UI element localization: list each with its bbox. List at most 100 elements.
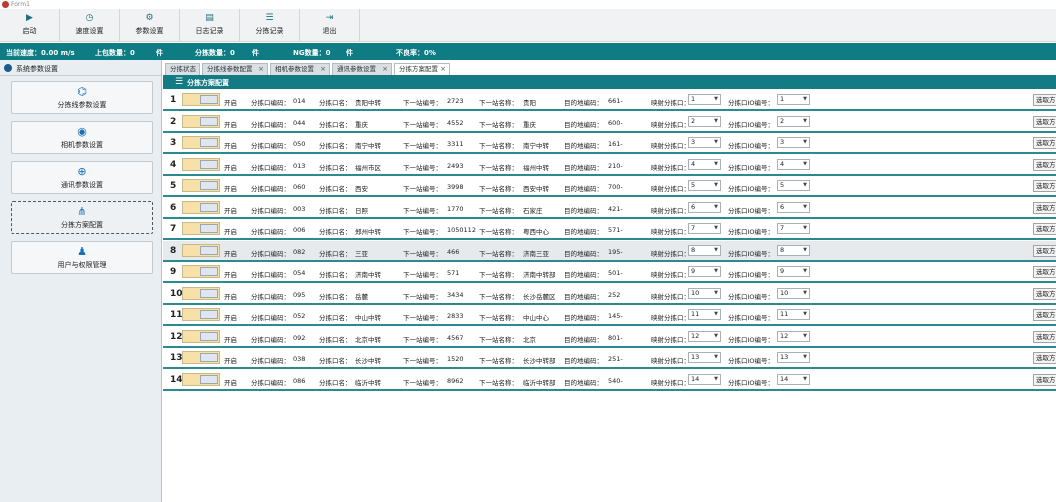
switch-label: 开启 bbox=[224, 142, 237, 150]
map-port-select[interactable]: 2 ▼ bbox=[688, 115, 721, 127]
sorting-port-row: 8 开启 分拣口编码： 082 分拣口名： 三亚 下一站编号： 466 下一站名… bbox=[163, 240, 1056, 262]
close-icon[interactable]: × bbox=[258, 64, 264, 75]
map-port-value: 2 bbox=[691, 116, 696, 125]
port-io-select[interactable]: 9 ▼ bbox=[777, 266, 810, 277]
enable-switch[interactable] bbox=[182, 179, 220, 192]
sidebar-item-label: 相机参数设置 bbox=[61, 141, 103, 149]
map-port-select[interactable]: 12 ▼ bbox=[688, 330, 721, 342]
parameter-settings-button[interactable]: ⚙ 参数设置 bbox=[120, 9, 180, 42]
port-code-value: 095 bbox=[293, 290, 306, 299]
port-io-select[interactable]: 13 ▼ bbox=[777, 352, 810, 363]
port-name-label: 分拣口名： bbox=[319, 163, 352, 172]
next-station-code-value: 1050112 bbox=[447, 226, 476, 234]
enable-switch[interactable] bbox=[182, 265, 220, 278]
speed-settings-button[interactable]: ◷ 速度设置 bbox=[60, 9, 120, 42]
enable-switch[interactable] bbox=[182, 136, 220, 149]
destination-code-value: 700- bbox=[608, 183, 623, 191]
map-port-select[interactable]: 3 ▼ bbox=[688, 137, 721, 148]
start-button[interactable]: ▶ 启动 bbox=[0, 9, 60, 42]
map-port-select[interactable]: 8 ▼ bbox=[688, 244, 721, 256]
next-station-name-label: 下一站名称： bbox=[479, 99, 518, 107]
fetch-button[interactable]: 选取方 bbox=[1033, 287, 1056, 300]
enable-switch[interactable] bbox=[182, 157, 220, 171]
tab-communication-settings[interactable]: 通讯参数设置 × bbox=[332, 63, 392, 75]
enable-switch[interactable] bbox=[182, 93, 220, 106]
fetch-button[interactable]: 选取方 bbox=[1033, 244, 1056, 257]
fetch-button[interactable]: 选取方 bbox=[1033, 223, 1056, 235]
fetch-button[interactable]: 选取方 bbox=[1033, 330, 1056, 343]
map-port-select[interactable]: 10 ▼ bbox=[688, 287, 721, 299]
fetch-button[interactable]: 选取方 bbox=[1033, 94, 1056, 106]
sorting-records-button[interactable]: ☰ 分拣记录 bbox=[240, 9, 300, 42]
fetch-button[interactable]: 选取方 bbox=[1033, 137, 1056, 149]
sidebar-item-camera-params[interactable]: ◉ 相机参数设置 bbox=[11, 121, 153, 154]
fetch-button[interactable]: 选取方 bbox=[1033, 115, 1056, 128]
sidebar-item-communication-params[interactable]: ⊕ 通讯参数设置 bbox=[11, 161, 153, 194]
port-io-select[interactable]: 2 ▼ bbox=[777, 115, 810, 127]
enable-switch[interactable] bbox=[182, 200, 220, 214]
sidebar-item-users-permissions[interactable]: ♟ 用户与权限管理 bbox=[11, 241, 153, 274]
map-port-label: 映射分拣口： bbox=[651, 206, 690, 215]
port-io-select[interactable]: 6 ▼ bbox=[777, 201, 810, 213]
enable-switch[interactable] bbox=[182, 351, 220, 364]
enable-switch[interactable] bbox=[182, 308, 220, 321]
port-io-select[interactable]: 10 ▼ bbox=[777, 287, 810, 299]
map-port-select[interactable]: 14 ▼ bbox=[688, 373, 721, 385]
port-code-label: 分拣口编码： bbox=[251, 142, 290, 150]
fetch-button[interactable]: 选取方 bbox=[1033, 158, 1056, 171]
enable-switch[interactable] bbox=[182, 329, 220, 343]
chevron-down-icon: ▼ bbox=[803, 160, 807, 167]
exit-button[interactable]: ⇥ 退出 bbox=[300, 9, 360, 42]
fetch-button[interactable]: 选取方 bbox=[1033, 309, 1056, 321]
map-port-select[interactable]: 7 ▼ bbox=[688, 223, 721, 234]
close-icon[interactable]: × bbox=[320, 64, 326, 75]
map-port-select[interactable]: 1 ▼ bbox=[688, 94, 721, 105]
enable-switch[interactable] bbox=[182, 114, 220, 128]
port-io-value: 13 bbox=[780, 353, 789, 361]
enable-switch[interactable] bbox=[182, 372, 220, 386]
port-io-select[interactable]: 11 ▼ bbox=[777, 309, 810, 320]
port-io-select[interactable]: 4 ▼ bbox=[777, 158, 810, 170]
enable-switch[interactable] bbox=[182, 286, 220, 300]
map-port-select[interactable]: 11 ▼ bbox=[688, 309, 721, 320]
port-io-select[interactable]: 12 ▼ bbox=[777, 330, 810, 342]
map-port-select[interactable]: 13 ▼ bbox=[688, 352, 721, 363]
close-icon[interactable]: × bbox=[440, 64, 446, 75]
close-icon[interactable]: × bbox=[382, 64, 388, 75]
fetch-button[interactable]: 选取方 bbox=[1033, 201, 1056, 214]
port-io-select[interactable]: 7 ▼ bbox=[777, 223, 810, 234]
port-io-select[interactable]: 14 ▼ bbox=[777, 373, 810, 385]
log-records-button[interactable]: ▤ 日志记录 bbox=[180, 9, 240, 42]
fetch-button[interactable]: 选取方 bbox=[1033, 352, 1056, 364]
sidebar-item-sorting-plan[interactable]: ⋔ 分拣方案配置 bbox=[11, 201, 153, 234]
speed-settings-label: 速度设置 bbox=[75, 27, 104, 35]
sidebar-item-sorting-line-params[interactable]: ⌬ 分拣线参数设置 bbox=[11, 81, 153, 114]
chevron-down-icon: ▼ bbox=[803, 311, 807, 317]
enable-switch[interactable] bbox=[182, 222, 220, 235]
tab-camera-settings[interactable]: 相机参数设置 × bbox=[270, 63, 330, 75]
switch-knob bbox=[200, 288, 218, 298]
sidebar-header[interactable]: 系统参数设置 bbox=[0, 60, 161, 76]
port-io-select[interactable]: 5 ▼ bbox=[777, 180, 810, 191]
fetch-button[interactable]: 选取方 bbox=[1033, 266, 1056, 278]
tab-sorting-line-config[interactable]: 分拣线参数配置 × bbox=[202, 63, 268, 75]
map-port-select[interactable]: 6 ▼ bbox=[688, 201, 721, 213]
port-io-select[interactable]: 1 ▼ bbox=[777, 94, 810, 105]
port-io-select[interactable]: 8 ▼ bbox=[777, 244, 810, 256]
sidebar-item-label: 通讯参数设置 bbox=[61, 181, 103, 189]
fetch-button[interactable]: 选取方 bbox=[1033, 180, 1056, 192]
enable-switch[interactable] bbox=[182, 243, 220, 257]
fetch-button[interactable]: 选取方 bbox=[1033, 373, 1056, 386]
map-port-value: 8 bbox=[691, 245, 696, 254]
map-port-select[interactable]: 9 ▼ bbox=[688, 266, 721, 277]
flow-icon: ⋔ bbox=[77, 205, 87, 218]
tab-sorting-status[interactable]: 分拣状态 bbox=[165, 63, 200, 75]
port-io-select[interactable]: 3 ▼ bbox=[777, 137, 810, 148]
tab-sorting-plan[interactable]: 分拣方案配置 × bbox=[394, 63, 450, 75]
port-io-value: 7 bbox=[780, 224, 785, 232]
map-port-select[interactable]: 4 ▼ bbox=[688, 158, 721, 170]
collapse-icon bbox=[4, 64, 12, 72]
upload-unit: 件 bbox=[156, 49, 163, 57]
map-port-select[interactable]: 5 ▼ bbox=[688, 180, 721, 191]
port-name-value: 贵阳中转 bbox=[355, 99, 381, 107]
